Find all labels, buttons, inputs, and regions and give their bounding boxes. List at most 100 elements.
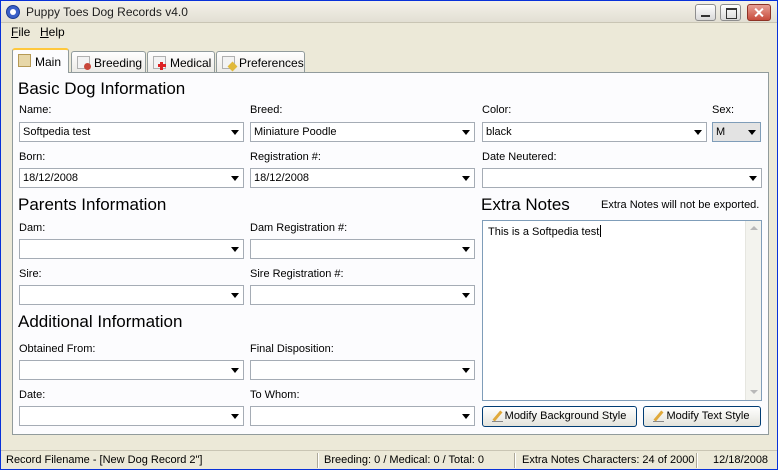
sire-registration-combo[interactable] [250,285,475,305]
extra-notes-content: This is a Softpedia test [488,226,600,238]
color-combo[interactable]: black [482,122,707,142]
obtained-from-combo[interactable] [19,360,244,380]
breed-combo[interactable]: Miniature Poodle [250,122,475,142]
color-label: Color: [482,104,512,116]
additional-info-heading: Additional Information [18,312,183,331]
final-disposition-label: Final Disposition: [250,343,334,355]
chevron-down-icon[interactable] [231,414,239,419]
chevron-down-icon[interactable] [231,368,239,373]
dam-registration-label: Dam Registration #: [250,222,348,234]
chevron-down-icon[interactable] [462,176,470,181]
tab-main[interactable]: Main [12,48,69,73]
window-title: Puppy Toes Dog Records v4.0 [26,5,188,19]
chevron-down-icon[interactable] [462,414,470,419]
sex-combo[interactable]: M [712,122,761,142]
to-whom-combo[interactable] [250,406,475,426]
breed-value: Miniature Poodle [254,126,337,138]
extra-notes-heading: Extra Notes [481,195,570,214]
basic-info-heading: Basic Dog Information [18,79,186,98]
status-bar: Record Filename - [New Dog Record 2"] Br… [1,450,777,469]
sire-combo[interactable] [19,285,244,305]
sire-registration-label: Sire Registration #: [250,268,344,280]
obtained-from-label: Obtained From: [19,343,96,355]
pencil-icon [653,411,664,422]
color-value: black [486,126,512,138]
extra-notes-textarea[interactable]: This is a Softpedia test [482,220,762,401]
date-label: Date: [19,389,46,401]
chevron-down-icon[interactable] [462,247,470,252]
final-disposition-combo[interactable] [250,360,475,380]
sire-label: Sire: [19,268,42,280]
born-label: Born: [19,151,46,163]
registration-label: Registration #: [250,151,321,163]
name-value: Softpedia test [23,126,91,138]
extra-notes-text: This is a Softpedia test [488,225,602,238]
sex-label: Sex: [712,104,735,116]
tab-preferences[interactable]: Preferences [216,51,305,72]
medical-icon [153,56,166,70]
close-button[interactable] [747,4,771,21]
main-tab-panel: Basic Dog Information Name: Softpedia te… [12,72,769,435]
chevron-down-icon[interactable] [462,293,470,298]
status-date: 12/18/2008 [713,454,769,466]
to-whom-label: To Whom: [250,389,300,401]
notes-scrollbar[interactable] [745,221,761,400]
chevron-down-icon[interactable] [748,130,756,135]
modify-text-style-label: Modify Text Style [666,410,750,422]
born-value: 18/12/2008 [23,172,79,184]
scroll-up-icon[interactable] [750,226,758,230]
born-combo[interactable]: 18/12/2008 [19,168,244,188]
scroll-down-icon[interactable] [750,390,758,394]
title-bar[interactable]: Puppy Toes Dog Records v4.0 [1,1,777,23]
chevron-down-icon[interactable] [694,130,702,135]
text-caret [600,225,602,237]
menu-help[interactable]: Help [40,25,65,39]
name-label: Name: [19,104,52,116]
tab-preferences-label: Preferences [239,56,304,70]
dam-combo[interactable] [19,239,244,259]
dam-registration-combo[interactable] [250,239,475,259]
registration-combo[interactable]: 18/12/2008 [250,168,475,188]
chevron-down-icon[interactable] [231,247,239,252]
tab-breeding[interactable]: Breeding [71,51,146,72]
chevron-down-icon[interactable] [749,176,757,181]
preferences-icon [222,56,235,69]
app-window: Puppy Toes Dog Records v4.0 File Help Ma… [0,0,778,470]
date-combo[interactable] [19,406,244,426]
modify-text-style-button[interactable]: Modify Text Style [643,406,761,427]
menu-file[interactable]: File [11,25,30,39]
status-record-counts: Breeding: 0 / Medical: 0 / Total: 0 [324,454,484,466]
pencil-icon [492,411,503,422]
status-divider [317,453,318,468]
status-divider [696,453,697,468]
sex-value: M [716,126,726,138]
document-icon [18,54,31,67]
registration-value: 18/12/2008 [254,172,310,184]
tab-medical[interactable]: Medical [147,51,215,72]
parents-info-heading: Parents Information [18,195,167,214]
tab-medical-label: Medical [170,56,212,70]
status-notes-characters: Extra Notes Characters: 24 of 2000 [522,454,695,466]
menu-bar: File Help [1,23,777,41]
modify-background-style-label: Modify Background Style [504,410,627,422]
extra-notes-hint: Extra Notes will not be exported. [601,199,760,211]
minimize-button[interactable] [695,4,716,21]
chevron-down-icon[interactable] [462,368,470,373]
status-divider [514,453,515,468]
breed-label: Breed: [250,104,283,116]
modify-background-style-button[interactable]: Modify Background Style [482,406,637,427]
breeding-icon [77,56,91,70]
chevron-down-icon[interactable] [231,176,239,181]
date-neutered-label: Date Neutered: [482,151,557,163]
tab-main-label: Main [35,55,62,69]
chevron-down-icon[interactable] [231,293,239,298]
chevron-down-icon[interactable] [462,130,470,135]
status-filename: Record Filename - [New Dog Record 2"] [6,454,203,466]
maximize-button[interactable] [720,4,741,21]
dam-label: Dam: [19,222,46,234]
name-combo[interactable]: Softpedia test [19,122,244,142]
date-neutered-combo[interactable] [482,168,762,188]
chevron-down-icon[interactable] [231,130,239,135]
tab-breeding-label: Breeding [94,56,143,70]
paw-icon [6,5,20,19]
